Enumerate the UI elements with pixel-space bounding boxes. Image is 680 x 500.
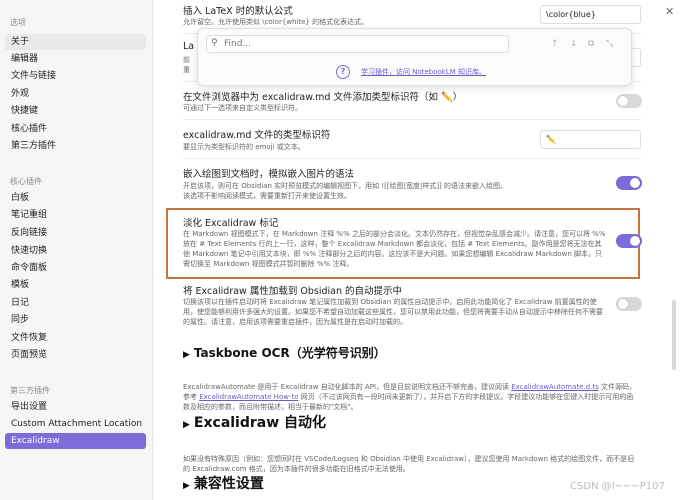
setting-title-embed-syntax: 嵌入绘图到文档时，模拟嵌入图片的语法 [183,169,355,180]
setting-title-filetag: 在文件浏览器中为 excalidraw.md 文件添加类型标识符（如 ✏️） [183,92,463,103]
setting-desc-load-properties: 切换该项以在插件启动时将 Excalidraw 笔记属性加载到 Obsidian… [183,298,603,326]
collapse-triangle-icon: ▶ [183,350,190,360]
sidebar-item-sync[interactable]: 同步 [5,312,146,328]
setting-desc-partial-2: 重 [183,66,190,74]
section-heading-automate[interactable]: ▶ Excalidraw 自动化 [183,412,326,432]
find-bar: ⚲ ↑ ↓ ⧉ ⤡ ? 学习插件，访问 NotebookLM 知识库。 [197,28,632,86]
toggle-knob [630,236,640,246]
section-heading-ocr[interactable]: ▶ Taskbone OCR（光学符号识别） [183,344,386,361]
setting-title-latex-default: 插入 LaTeX 时的默认公式 [183,6,293,17]
setting-desc-fade-markup: 在 Markdown 视图模式下，在 Markdown 注释 %% 之后的部分会… [183,230,606,268]
sidebar-item-file-recovery[interactable]: 文件恢复 [5,330,146,346]
sidebar-item-appearance[interactable]: 外观 [5,86,146,102]
sidebar-header-community: 第三方插件 [10,386,50,395]
toggle-knob [618,299,628,309]
section-title-ocr: Taskbone OCR（光学符号识别） [193,346,386,360]
find-input[interactable] [224,37,504,51]
setting-title-filetag-identifier: excalidraw.md 文件的类型标识符 [183,130,331,141]
section-title-automate: Excalidraw 自动化 [193,415,327,431]
sidebar-item-excalidraw[interactable]: Excalidraw [5,433,146,449]
settings-window: 选项 关于 编辑器 文件与链接 外观 快捷键 核心插件 第三方插件 核心插件 白… [0,0,680,500]
setting-title-partial: La [183,41,195,52]
scrollbar[interactable] [672,300,676,370]
sidebar-item-note-composer[interactable]: 笔记重组 [5,207,146,223]
automate-dts-link[interactable]: ExcalidrawAutomate.d.ts [511,383,599,391]
copy-icon[interactable]: ⧉ [588,39,594,49]
setting-title-fade-markup: 淡化 Excalidraw 标记 [183,218,279,229]
setting-title-load-properties: 将 Excalidraw 属性加载到 Obsidian 的自动提示中 [183,286,402,297]
collapse-icon[interactable]: ⤡ [606,39,613,49]
automate-text-1: ExcalidrawAutomate 是用于 Excalidraw 自动化脚本的… [183,383,512,391]
sidebar-header-core: 核心插件 [10,177,42,186]
setting-desc-embed-syntax-2: 该选项不影响阅读模式，需要重新打开来使设置生效。 [183,192,351,200]
sidebar-item-core-plugins[interactable]: 核心插件 [5,121,146,137]
toggle-knob [618,96,628,106]
next-match-icon[interactable]: ↓ [570,39,578,49]
sidebar-item-templates[interactable]: 模板 [5,277,146,293]
divider [183,158,641,159]
sidebar-item-export-settings[interactable]: 导出设置 [5,399,146,415]
setting-desc-partial: 前 [183,56,190,64]
section-heading-compat[interactable]: ▶ 兼容性设置 [183,473,264,493]
previous-match-icon[interactable]: ↑ [551,39,559,49]
section-title-compat: 兼容性设置 [193,476,264,492]
sidebar-header-options: 选项 [10,18,26,27]
filetag-identifier-input[interactable]: ✏️ [540,130,641,149]
automate-description: ExcalidrawAutomate 是用于 Excalidraw 自动化脚本的… [183,382,638,412]
automate-howto-link[interactable]: ExcalidrawAutomate How-to [199,393,298,401]
close-icon[interactable]: ✕ [665,5,674,18]
sidebar-item-hotkeys[interactable]: 快捷键 [5,103,146,119]
search-icon: ⚲ [211,38,218,48]
sidebar-item-quick-switcher[interactable]: 快速切换 [5,243,146,259]
find-input-box[interactable]: ⚲ [206,35,509,53]
sidebar-item-editor[interactable]: 编辑器 [5,51,146,67]
toggle-knob [630,178,640,188]
notebooklm-link[interactable]: 学习插件，访问 NotebookLM 知识库。 [361,67,486,77]
setting-desc-filetag: 可通过下一选项来自定义类型标识符。 [183,104,302,112]
help-icon[interactable]: ? [336,65,350,79]
collapse-triangle-icon: ▶ [183,420,190,430]
setting-desc-latex-default: 允许留空。允许使用类似 \color{white} 的格式化表达式。 [183,18,369,26]
sidebar-item-daily-notes[interactable]: 日记 [5,295,146,311]
sidebar-item-community-plugins[interactable]: 第三方插件 [5,138,146,154]
embed-syntax-toggle[interactable] [616,176,642,190]
watermark: CSDN @I~~~P107 [570,481,665,492]
sidebar-item-page-preview[interactable]: 页面预览 [5,347,146,363]
fade-markup-toggle[interactable] [616,234,642,248]
collapse-triangle-icon: ▶ [183,481,190,491]
compat-description: 如果没有特殊原因（例如：您想同时在 VSCode/Logseq 和 Obsidi… [183,455,635,473]
sidebar-item-files-links[interactable]: 文件与链接 [5,68,146,84]
sidebar-item-canvas[interactable]: 白板 [5,190,146,206]
filetag-toggle[interactable] [616,94,642,108]
latex-default-input[interactable]: \color{blue} [540,5,641,24]
divider [183,119,641,120]
sidebar-item-about[interactable]: 关于 [5,34,146,50]
setting-desc-embed-syntax: 开启该项，则可在 Obsidian 实时预览模式的编辑视图下，用如 ![[绘图|… [183,182,508,190]
settings-sidebar: 选项 关于 编辑器 文件与链接 外观 快捷键 核心插件 第三方插件 核心插件 白… [0,0,153,500]
load-properties-toggle[interactable] [616,297,642,311]
sidebar-item-backlinks[interactable]: 反向链接 [5,225,146,241]
setting-desc-filetag-identifier: 要显示为类型标识符的 emoji 或文本。 [183,143,305,151]
sidebar-item-custom-attachment-location[interactable]: Custom Attachment Location [5,416,146,432]
sidebar-item-command-palette[interactable]: 命令面板 [5,260,146,276]
